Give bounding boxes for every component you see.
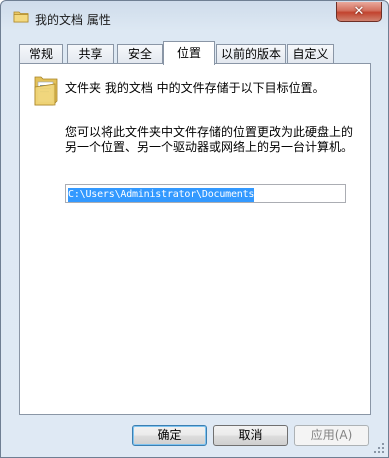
cancel-button[interactable]: 取消 bbox=[213, 425, 288, 446]
resize-grip-icon[interactable] bbox=[374, 443, 385, 454]
tab-location[interactable]: 位置 bbox=[163, 41, 215, 65]
properties-dialog: 我的文档 属性 ✕ 常规 共享 安全 位置 以前的版本 自定义 文件夹 我的文档… bbox=[0, 0, 389, 458]
tab-strip: 常规 共享 安全 位置 以前的版本 自定义 bbox=[19, 41, 371, 65]
location-description: 文件夹 我的文档 中的文件存储于以下目标位置。 bbox=[65, 81, 325, 95]
ok-button[interactable]: 确定 bbox=[132, 425, 207, 446]
tab-customize[interactable]: 自定义 bbox=[287, 44, 334, 63]
path-input-value: C:\Users\Administrator\Documents bbox=[68, 188, 255, 202]
close-button[interactable]: ✕ bbox=[336, 2, 382, 22]
close-icon: ✕ bbox=[353, 4, 365, 19]
location-info: 您可以将此文件夹中文件存储的位置更改为此硬盘上的另一个位置、另一个驱动器或网络上… bbox=[65, 125, 354, 154]
title-bar[interactable]: 我的文档 属性 ✕ bbox=[1, 1, 388, 33]
window-title: 我的文档 属性 bbox=[35, 13, 111, 27]
tab-general[interactable]: 常规 bbox=[19, 44, 63, 63]
folder-title-icon bbox=[13, 11, 29, 23]
tab-security[interactable]: 安全 bbox=[117, 44, 163, 63]
tab-sharing[interactable]: 共享 bbox=[67, 44, 114, 63]
location-panel: 文件夹 我的文档 中的文件存储于以下目标位置。 您可以将此文件夹中文件存储的位置… bbox=[19, 63, 371, 415]
apply-button[interactable]: 应用(A) bbox=[294, 425, 369, 446]
tab-previous-versions[interactable]: 以前的版本 bbox=[216, 44, 286, 63]
path-input[interactable]: C:\Users\Administrator\Documents bbox=[65, 184, 346, 203]
folder-icon bbox=[34, 76, 58, 106]
